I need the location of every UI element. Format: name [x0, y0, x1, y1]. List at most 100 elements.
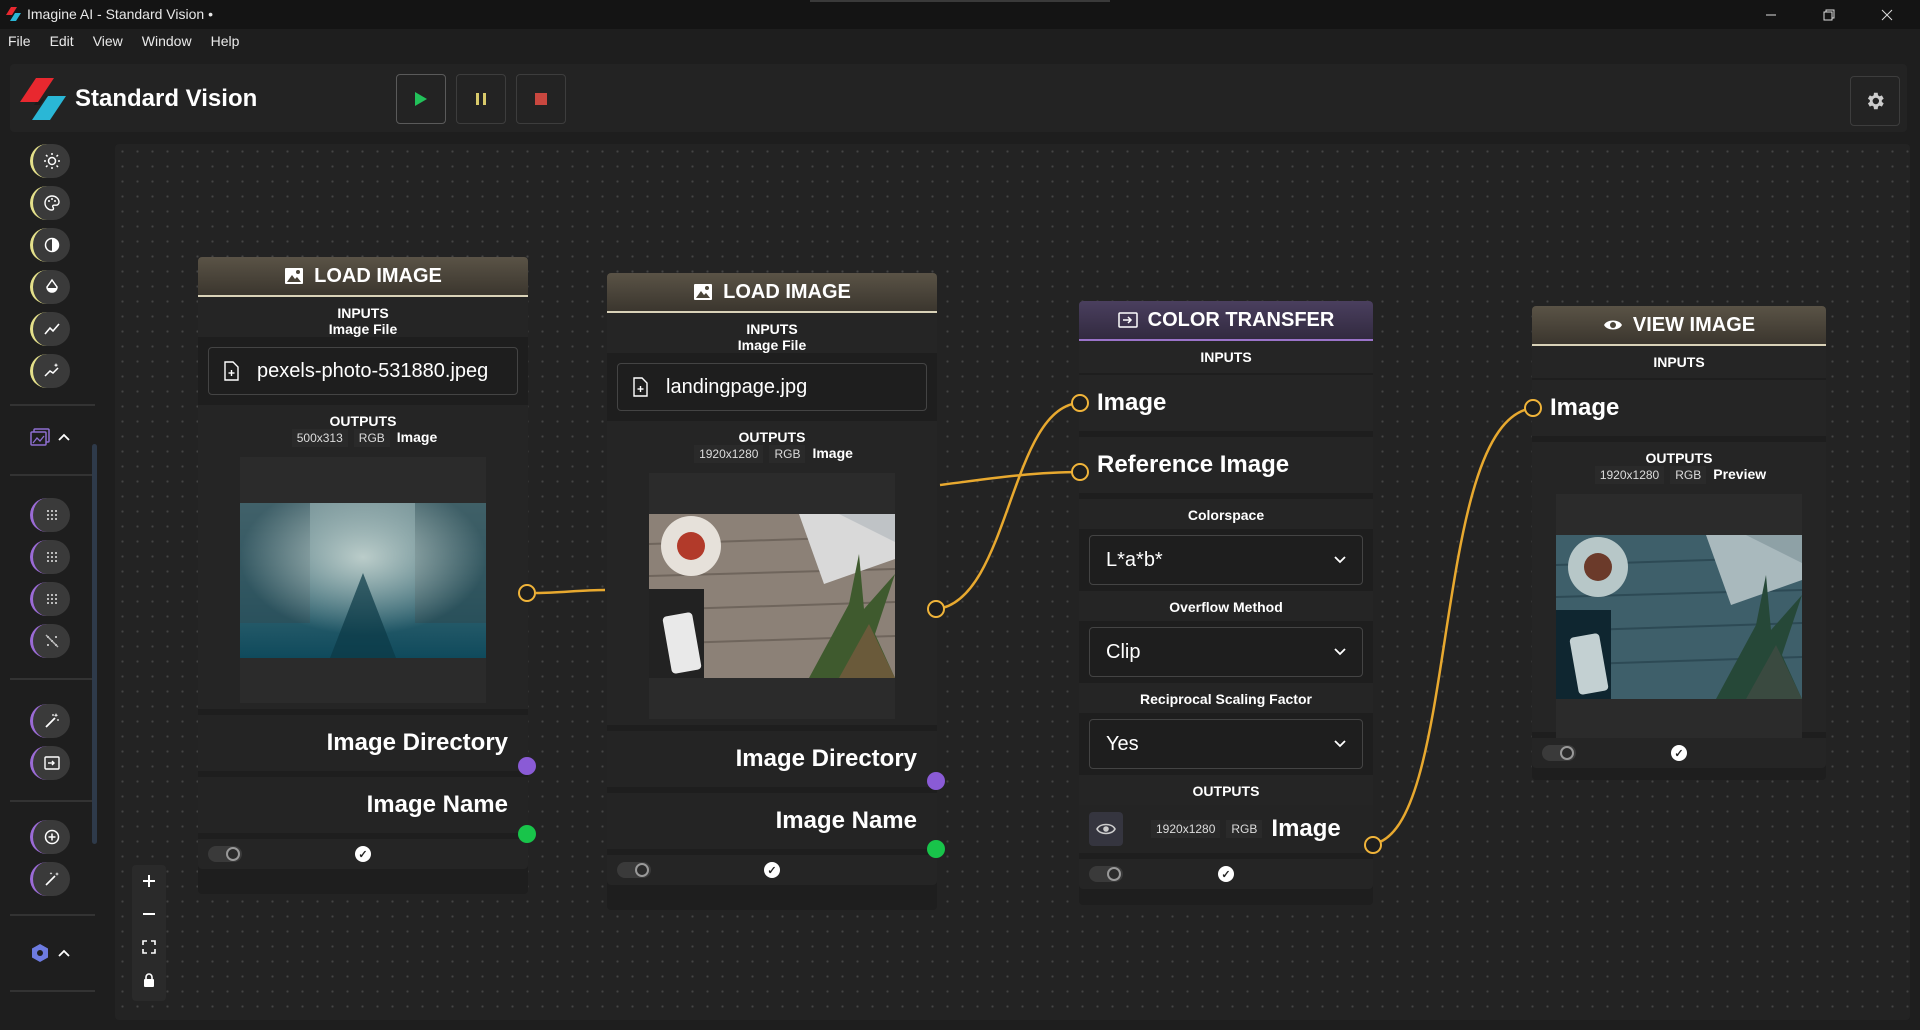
image-group-toggle[interactable] — [30, 422, 80, 452]
outputs-label: OUTPUTS — [738, 429, 806, 445]
extensions-group-toggle[interactable] — [30, 938, 80, 968]
color-mode: RGB — [1670, 466, 1707, 484]
saturation-node-button[interactable] — [30, 270, 70, 304]
node-header[interactable]: LOAD IMAGE — [607, 273, 937, 313]
fit-view-button[interactable] — [132, 931, 166, 963]
image-dimensions: 500x313 — [291, 429, 348, 447]
settings-button[interactable] — [1850, 76, 1900, 126]
zoom-out-button[interactable] — [132, 898, 166, 930]
scaling-value: Yes — [1106, 732, 1139, 755]
grid-node-button-1[interactable] — [30, 498, 70, 532]
grid-icon — [46, 552, 57, 562]
toggle-play-icon — [1107, 867, 1121, 881]
node-footer: ✓ — [198, 839, 528, 869]
enable-toggle[interactable] — [617, 862, 651, 878]
pause-button[interactable] — [456, 74, 506, 124]
run-button[interactable] — [396, 74, 446, 124]
grid-off-icon — [45, 634, 58, 648]
lock-button[interactable] — [132, 964, 166, 996]
grid-node-button-3[interactable] — [30, 582, 70, 616]
image-dimensions: 1920x1280 — [694, 445, 764, 463]
palette-node-button[interactable] — [30, 186, 70, 220]
node-header[interactable]: LOAD IMAGE — [198, 257, 528, 297]
transfer-image-input-port[interactable] — [1071, 394, 1089, 412]
zoom-in-button[interactable] — [132, 865, 166, 897]
minimize-button[interactable] — [1742, 0, 1800, 29]
palette-icon — [43, 195, 60, 211]
load1-name-output-port[interactable] — [518, 825, 536, 843]
view-image-node[interactable]: VIEW IMAGE INPUTS Image OUTPUTS 1920x128… — [1532, 306, 1826, 780]
play-icon — [415, 92, 427, 106]
drag-region[interactable] — [810, 0, 1110, 2]
output-name: Image — [812, 445, 853, 461]
grid-node-button-2[interactable] — [30, 540, 70, 574]
load2-image-output-port[interactable] — [927, 600, 945, 618]
add-circle-icon — [44, 829, 59, 845]
output-image-directory: Image Directory — [198, 715, 528, 771]
menu-edit[interactable]: Edit — [50, 33, 74, 49]
file-name: pexels-photo-531880.jpeg — [257, 359, 489, 382]
sidebar-divider — [10, 800, 95, 802]
overflow-select[interactable]: Clip — [1089, 627, 1363, 677]
restore-button[interactable] — [1800, 0, 1858, 29]
colorspace-select[interactable]: L*a*b* — [1089, 535, 1363, 585]
load-image-node-1[interactable]: LOAD IMAGE INPUTS Image File pexels-phot… — [198, 257, 528, 894]
inputs-label: INPUTS — [1200, 349, 1252, 365]
transfer-reference-input-port[interactable] — [1071, 463, 1089, 481]
enhance-node-button[interactable] — [30, 862, 70, 896]
load1-image-output-port[interactable] — [518, 584, 536, 602]
add-node-button[interactable] — [30, 820, 70, 854]
menu-window[interactable]: Window — [142, 33, 192, 49]
image-icon — [284, 267, 304, 285]
output-label: Image — [1271, 815, 1341, 842]
scaling-label: Reciprocal Scaling Factor — [1079, 683, 1373, 713]
grid-off-node-button[interactable] — [30, 624, 70, 658]
file-picker[interactable]: landingpage.jpg — [617, 363, 927, 411]
chevron-down-icon — [1334, 648, 1346, 656]
file-picker[interactable]: pexels-photo-531880.jpeg — [208, 347, 518, 395]
color-transfer-node-button[interactable] — [30, 746, 70, 780]
eye-icon — [1096, 823, 1116, 835]
colorspace-label: Colorspace — [1079, 499, 1373, 529]
output-label: Image Directory — [326, 729, 508, 756]
contrast-node-button[interactable] — [30, 228, 70, 262]
gallery-icon — [30, 428, 50, 446]
color-transfer-node[interactable]: COLOR TRANSFER INPUTS Image Reference Im… — [1079, 301, 1373, 905]
sidebar-scrollbar[interactable] — [92, 444, 97, 844]
curves-node-button[interactable] — [30, 312, 70, 346]
load1-directory-output-port[interactable] — [518, 757, 536, 775]
contrast-icon — [44, 237, 59, 253]
scaling-select[interactable]: Yes — [1089, 719, 1363, 769]
view-image-input-port[interactable] — [1524, 399, 1542, 417]
magic-wand-node-button[interactable] — [30, 704, 70, 738]
brand-name: Standard Vision — [75, 85, 258, 112]
node-title: LOAD IMAGE — [314, 264, 442, 287]
preview-toggle-button[interactable] — [1089, 812, 1123, 846]
menu-view[interactable]: View — [93, 33, 123, 49]
image-dimensions: 1920x1280 — [1151, 820, 1221, 838]
node-header[interactable]: VIEW IMAGE — [1532, 306, 1826, 346]
load-image-node-2[interactable]: LOAD IMAGE INPUTS Image File landingpage… — [607, 273, 937, 910]
file-add-icon — [223, 361, 239, 381]
overflow-value: Clip — [1106, 640, 1141, 663]
enable-toggle[interactable] — [208, 846, 242, 862]
load2-name-output-port[interactable] — [927, 840, 945, 858]
magic-wand-icon — [44, 713, 59, 728]
colorspace-value: L*a*b* — [1106, 548, 1163, 571]
close-button[interactable] — [1858, 0, 1916, 29]
auto-adjust-node-button[interactable] — [30, 354, 70, 388]
output-label: Image Name — [366, 791, 508, 818]
menu-file[interactable]: File — [8, 33, 31, 49]
brightness-node-button[interactable] — [30, 144, 70, 178]
node-header[interactable]: COLOR TRANSFER — [1079, 301, 1373, 341]
zoom-controls — [132, 865, 166, 1001]
node-footer: ✓ — [1079, 859, 1373, 889]
load2-directory-output-port[interactable] — [927, 772, 945, 790]
enable-toggle[interactable] — [1542, 745, 1576, 761]
city-rain-thumbnail — [240, 503, 486, 658]
transfer-image-output-port[interactable] — [1364, 836, 1382, 854]
enable-toggle[interactable] — [1089, 866, 1123, 882]
menu-help[interactable]: Help — [211, 33, 240, 49]
stop-button[interactable] — [516, 74, 566, 124]
desk-flatlay-thumbnail — [649, 514, 895, 678]
